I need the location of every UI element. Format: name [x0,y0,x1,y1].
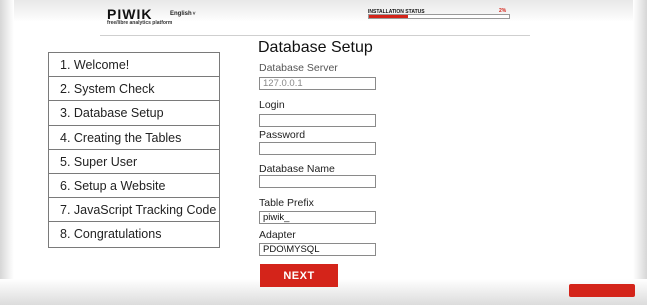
window-top-edge [0,0,647,22]
password-input[interactable] [259,142,376,155]
password-label: Password [259,129,306,141]
login-input[interactable] [259,114,376,127]
step-database-setup: 3. Database Setup [49,101,219,126]
language-label: English [170,11,192,17]
step-creating-tables: 4. Creating the Tables [49,126,219,150]
bottom-red-bar [569,284,635,297]
step-javascript-tracking: 7. JavaScript Tracking Code [49,198,219,223]
window-right-edge [633,0,647,305]
table-prefix-input[interactable] [259,211,376,224]
language-selector[interactable]: English˅ [170,11,196,17]
header-divider [100,35,530,36]
database-name-input[interactable] [259,175,376,188]
database-server-label: Database Server [259,62,338,74]
installation-progress-bar [368,14,510,19]
database-name-label: Database Name [259,163,335,175]
installation-progress-fill [369,15,409,18]
step-super-user: 5. Super User [49,150,219,174]
adapter-input[interactable] [259,243,376,256]
logo-tagline: free/libre analytics platform [107,20,173,26]
step-system-check: 2. System Check [49,77,219,102]
page-title: Database Setup [258,39,373,56]
database-server-input[interactable] [259,77,376,90]
step-welcome: 1. Welcome! [49,53,219,78]
step-congratulations: 8. Congratulations [60,227,162,242]
step-setup-website: 6. Setup a Website [49,174,219,199]
login-label: Login [259,99,285,111]
setup-steps-list: 1. Welcome! 2. System Check 3. Database … [48,52,220,248]
window-left-edge [0,0,14,305]
table-prefix-label: Table Prefix [259,197,314,209]
chevron-down-icon: ˅ [192,11,196,17]
adapter-label: Adapter [259,229,296,241]
next-button[interactable]: NEXT [260,264,338,287]
